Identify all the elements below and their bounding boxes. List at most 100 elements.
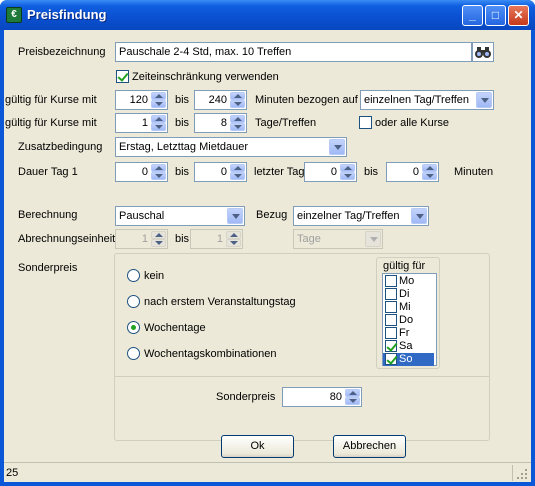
bis-label: bis bbox=[175, 166, 190, 178]
day-checkbox[interactable] bbox=[385, 353, 397, 365]
radio-kein[interactable] bbox=[127, 269, 140, 282]
chevron-down-icon[interactable] bbox=[476, 92, 492, 108]
zusatzbedingung-select[interactable]: Erstag, Letzttag Mietdauer bbox=[115, 137, 347, 157]
bis-label: bis bbox=[175, 117, 190, 129]
minuten-bis-spinner[interactable]: 240 bbox=[194, 90, 247, 110]
tage-treffen-label: Tage/Treffen bbox=[255, 117, 317, 129]
spin-down-icon[interactable] bbox=[230, 172, 245, 180]
spin-up-icon[interactable] bbox=[230, 92, 245, 100]
radio-wochentagskombinationen-label: Wochentagskombinationen bbox=[144, 348, 277, 360]
spin-down-icon[interactable] bbox=[345, 397, 360, 405]
radio-kein-label: kein bbox=[144, 270, 165, 282]
spin-up-icon[interactable] bbox=[422, 164, 437, 172]
gueltig-fuer-label: gültig für bbox=[381, 259, 428, 273]
day-checkbox[interactable] bbox=[385, 275, 397, 287]
day-item-so[interactable]: So bbox=[383, 353, 434, 366]
preisbezeichnung-input[interactable]: Pauschale 2-4 Std, max. 10 Treffen bbox=[115, 42, 472, 62]
day-item-mo[interactable]: Mo bbox=[383, 275, 434, 288]
spin-up-icon[interactable] bbox=[151, 231, 166, 239]
sonderpreis-field-label: Sonderpreis bbox=[216, 391, 276, 403]
search-button[interactable] bbox=[472, 42, 494, 62]
radio-nach-erstem-label: nach erstem Veranstaltungstag bbox=[144, 296, 296, 308]
binoculars-icon bbox=[475, 47, 491, 58]
spin-up-icon[interactable] bbox=[151, 92, 166, 100]
day-item-do[interactable]: Do bbox=[383, 314, 434, 327]
minuten-von-spinner[interactable]: 120 bbox=[115, 90, 168, 110]
group-divider bbox=[115, 376, 489, 377]
dauer-von-spinner[interactable]: 0 bbox=[115, 162, 168, 182]
days-list[interactable]: Mo Di Mi Do Fr Sa So bbox=[382, 273, 437, 366]
spin-down-icon[interactable] bbox=[230, 100, 245, 108]
preisbezeichnung-label: Preisbezeichnung bbox=[18, 46, 106, 58]
ok-button[interactable]: Ok bbox=[221, 435, 294, 458]
day-checkbox[interactable] bbox=[385, 314, 397, 326]
status-bar: 25 bbox=[4, 462, 531, 482]
dauer-tag1-label: Dauer Tag 1 bbox=[18, 166, 78, 178]
title-bar[interactable]: € Preisfindung _ □ ✕ bbox=[0, 0, 535, 30]
letzter-bis-spinner[interactable]: 0 bbox=[386, 162, 439, 182]
chevron-down-icon[interactable] bbox=[411, 208, 427, 224]
maximize-button[interactable]: □ bbox=[485, 5, 506, 26]
day-item-sa[interactable]: Sa bbox=[383, 340, 434, 353]
gueltig-tage-label: gültig für Kurse mit bbox=[5, 117, 97, 129]
dialog-window: € Preisfindung _ □ ✕ Preisbezeichnung Pa… bbox=[0, 0, 535, 486]
day-checkbox[interactable] bbox=[385, 340, 397, 352]
day-item-di[interactable]: Di bbox=[383, 288, 434, 301]
bezug-label: Bezug bbox=[256, 209, 288, 221]
radio-wochentage[interactable] bbox=[127, 321, 140, 334]
cancel-button[interactable]: Abbrechen bbox=[333, 435, 406, 458]
spin-up-icon[interactable] bbox=[151, 164, 166, 172]
resize-grip-icon[interactable] bbox=[516, 468, 528, 480]
day-checkbox[interactable] bbox=[385, 288, 397, 300]
einheit-von-spinner[interactable]: 1 bbox=[115, 229, 168, 249]
einheit-bis-spinner[interactable]: 1 bbox=[190, 229, 243, 249]
berechnung-label: Berechnung bbox=[18, 209, 78, 221]
radio-nach-erstem[interactable] bbox=[127, 295, 140, 308]
spin-up-icon[interactable] bbox=[340, 164, 355, 172]
spin-down-icon[interactable] bbox=[340, 172, 355, 180]
spin-down-icon[interactable] bbox=[422, 172, 437, 180]
sonderpreis-spinner[interactable]: 80 bbox=[282, 387, 362, 407]
status-count: 25 bbox=[6, 467, 19, 479]
spin-up-icon[interactable] bbox=[226, 231, 241, 239]
day-checkbox[interactable] bbox=[385, 301, 397, 313]
spin-up-icon[interactable] bbox=[151, 115, 166, 123]
sonderpreis-section-label: Sonderpreis bbox=[18, 262, 78, 274]
spin-down-icon[interactable] bbox=[226, 239, 241, 247]
abrechnungseinheit-label: Abrechnungseinheit bbox=[18, 233, 116, 245]
tage-bis-spinner[interactable]: 8 bbox=[194, 113, 247, 133]
day-item-mi[interactable]: Mi bbox=[383, 301, 434, 314]
chevron-down-icon[interactable] bbox=[227, 208, 243, 224]
spin-up-icon[interactable] bbox=[345, 389, 360, 397]
minimize-button[interactable]: _ bbox=[462, 5, 483, 26]
bis-label: bis bbox=[364, 166, 379, 178]
spin-down-icon[interactable] bbox=[230, 123, 245, 131]
einheit-select[interactable]: Tage bbox=[293, 229, 383, 249]
alle-kurse-checkbox[interactable] bbox=[359, 116, 372, 129]
spin-up-icon[interactable] bbox=[230, 164, 245, 172]
day-checkbox[interactable] bbox=[385, 327, 397, 339]
status-divider bbox=[512, 465, 513, 481]
day-item-fr[interactable]: Fr bbox=[383, 327, 434, 340]
letzter-tag-label: letzter Tag bbox=[254, 166, 305, 178]
bezug-select[interactable]: einzelner Tag/Treffen bbox=[293, 206, 429, 226]
zeiteinschraenkung-checkbox[interactable] bbox=[116, 70, 129, 83]
spin-down-icon[interactable] bbox=[151, 172, 166, 180]
spin-up-icon[interactable] bbox=[230, 115, 245, 123]
tage-von-spinner[interactable]: 1 bbox=[115, 113, 168, 133]
minuten-label: Minuten bbox=[454, 166, 494, 178]
spin-down-icon[interactable] bbox=[151, 100, 166, 108]
berechnung-select[interactable]: Pauschal bbox=[115, 206, 245, 226]
chevron-down-icon[interactable] bbox=[329, 139, 345, 155]
dauer-bis-spinner[interactable]: 0 bbox=[194, 162, 247, 182]
spin-down-icon[interactable] bbox=[151, 239, 166, 247]
close-button[interactable]: ✕ bbox=[508, 5, 529, 26]
zusatzbedingung-label: Zusatzbedingung bbox=[18, 141, 103, 153]
bezogen-auf-select[interactable]: einzelnen Tag/Treffen bbox=[360, 90, 494, 110]
minuten-bezogen-label: Minuten bezogen auf bbox=[255, 94, 358, 106]
spin-down-icon[interactable] bbox=[151, 123, 166, 131]
radio-wochentagskombinationen[interactable] bbox=[127, 347, 140, 360]
gueltig-minuten-label: gültig für Kurse mit bbox=[5, 94, 97, 106]
chevron-down-icon[interactable] bbox=[365, 231, 381, 247]
letzter-von-spinner[interactable]: 0 bbox=[304, 162, 357, 182]
